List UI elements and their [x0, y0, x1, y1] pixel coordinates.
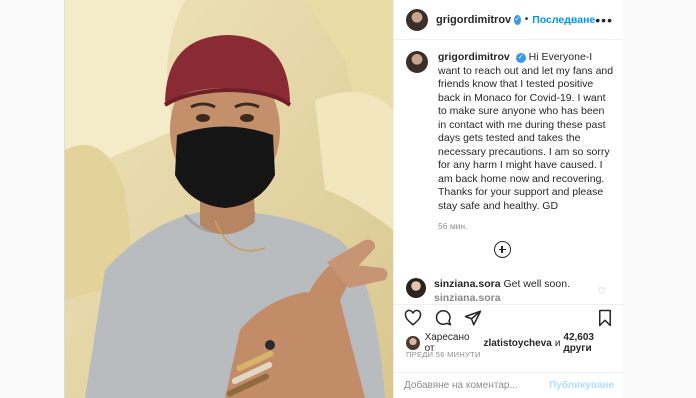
caption-section: grigordimitrov ✓ Hi Everyone-I want to r…	[394, 41, 624, 268]
comment-text: sinziana.sora Get well soon.	[434, 278, 570, 291]
comment-like-icon[interactable]: ♡	[598, 286, 606, 297]
caption-body: Hi Everyone-I want to reach out and let …	[438, 51, 614, 212]
load-more-icon[interactable]	[494, 241, 511, 258]
caption: grigordimitrov ✓ Hi Everyone-I want to r…	[406, 51, 614, 213]
follow-button[interactable]: Последване	[532, 14, 595, 26]
caption-avatar[interactable]	[406, 51, 428, 73]
likes-count[interactable]: 42,603 други	[563, 332, 623, 354]
heart-icon[interactable]	[404, 309, 422, 327]
publish-button[interactable]: Публикуване	[549, 380, 614, 391]
post-timestamp: ПРЕДИ 56 МИНУТИ	[406, 350, 481, 359]
comment-body: Get well soon.	[503, 278, 570, 290]
author-username[interactable]: grigordimitrov	[436, 14, 511, 26]
likes-conj: и	[554, 337, 561, 349]
add-comment-bar: Публикуване	[394, 372, 624, 398]
action-bar	[394, 304, 624, 330]
verified-icon: ✓	[515, 53, 526, 63]
post-modal: grigordimitrov ✓ • Последване ••• grigor…	[64, 0, 624, 398]
comment-input[interactable]	[404, 380, 550, 391]
caption-timestamp: 56 мин.	[438, 221, 468, 231]
commenter-username[interactable]: sinziana.sora	[434, 278, 501, 290]
comment-item-partial[interactable]: sinziana.sora	[434, 292, 501, 304]
liker-username[interactable]: zlatistoycheva	[483, 338, 551, 349]
more-icon[interactable]: •••	[595, 12, 613, 28]
commenter-avatar[interactable]	[406, 278, 426, 298]
share-icon[interactable]	[464, 309, 482, 327]
caption-username[interactable]: grigordimitrov	[438, 51, 510, 63]
verified-icon: ✓	[514, 14, 521, 25]
comment-icon[interactable]	[434, 309, 452, 327]
liker-avatar[interactable]	[406, 336, 420, 350]
post-header: grigordimitrov ✓ • Последване •••	[394, 0, 623, 40]
bookmark-icon[interactable]	[596, 309, 614, 327]
post-photo-image	[65, 0, 393, 398]
post-photo[interactable]	[65, 0, 393, 398]
author-avatar[interactable]	[406, 8, 428, 31]
caption-text: grigordimitrov ✓ Hi Everyone-I want to r…	[438, 51, 614, 213]
separator-dot: •	[524, 14, 529, 25]
post-side-panel: grigordimitrov ✓ • Последване ••• grigor…	[393, 0, 624, 398]
